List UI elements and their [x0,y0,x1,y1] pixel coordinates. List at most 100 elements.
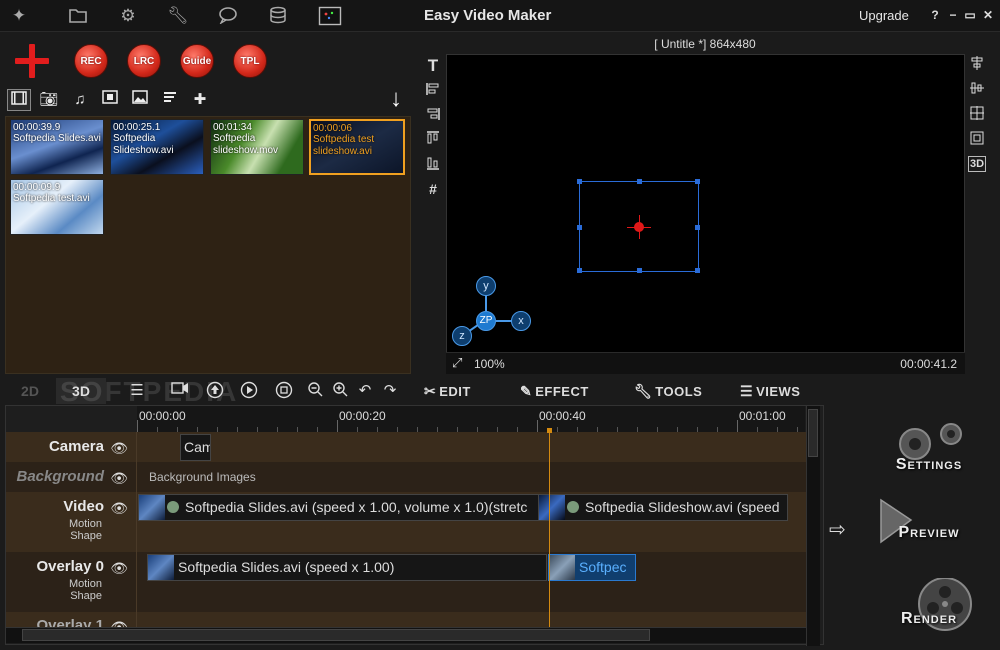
help-button[interactable]: ? [928,8,942,22]
menu-list-icon[interactable]: ☰ [127,381,147,401]
tab-2d[interactable]: 2D [10,378,50,404]
timeline-toolbar: 2D 3D SOFTPEDIA ☰ ↶ ↷ ✂ EDIT ✎ EFFECT 🔧︎ TO… [0,376,830,407]
stop-icon[interactable] [274,381,294,401]
minimize-button[interactable]: − [946,8,960,22]
eye-icon[interactable]: 👁︎ [110,619,128,627]
resize-handle[interactable] [577,225,582,230]
preview-button[interactable]: Preview [875,498,985,556]
settings-button[interactable]: Settings [875,420,985,480]
resize-handle[interactable] [577,268,582,273]
guide-button[interactable]: Guide [180,44,214,78]
align-bottom-icon[interactable] [424,156,442,174]
upload-icon[interactable] [205,381,225,401]
tab-puzzle[interactable]: ✚ [188,89,212,111]
resize-handle[interactable] [637,268,642,273]
edit-menu-label: EDIT [439,384,471,399]
zoom-out-icon[interactable] [305,381,325,401]
maximize-button[interactable]: ▭ [963,8,977,22]
media-item[interactable]: 00:00:09.9 Softpedia test.avi [10,179,104,235]
redo-icon[interactable]: ↷ [380,381,400,401]
eye-icon[interactable]: 👁︎ [110,500,128,517]
distribute-horizontal-icon[interactable] [968,56,986,74]
rec-button[interactable]: REC [74,44,108,78]
views-menu[interactable]: ☰ VIEWS [740,381,800,401]
track-sub-motion[interactable]: Motion [6,578,132,590]
track-sub-shape[interactable]: Shape [6,590,132,602]
eye-icon[interactable]: 👁︎ [110,560,128,577]
video-clip[interactable]: Softpedia Slides.avi (speed x 1.00, volu… [138,494,539,521]
axis-y-handle[interactable]: y [476,276,496,296]
arrow-right-icon: ⇨ [829,519,846,541]
close-button[interactable]: ✕ [981,8,995,22]
ruler-tick-label: 00:01:00 [739,409,786,423]
resize-handle[interactable] [577,179,582,184]
align-left-icon[interactable] [424,82,442,100]
vertical-scroll-thumb[interactable] [808,409,818,457]
align-top-icon[interactable] [424,131,442,149]
resize-handle[interactable] [695,225,700,230]
media-item[interactable]: 00:00:25.1 Softpedia Slideshow.avi [110,119,204,175]
add-video-track-icon[interactable] [170,381,190,401]
ruler-minor-tick [797,427,798,432]
overlay-clip[interactable]: Softpedia Slides.avi (speed x 1.00) [147,554,547,581]
wrench-icon[interactable]: 🔧︎ [167,6,189,26]
upgrade-link[interactable]: Upgrade [859,8,909,23]
center-align-icon[interactable] [968,106,986,124]
lrc-button[interactable]: LRC [127,44,161,78]
tab-image[interactable] [128,89,152,111]
tab-video[interactable] [7,89,31,111]
resize-arrows-icon[interactable]: ⤢ [452,355,462,371]
align-right-icon[interactable] [424,107,442,125]
media-item-selected[interactable]: 00:00:06 Softpedia test slideshow.avi [309,119,405,175]
render-button[interactable]: Render [875,577,985,638]
tab-photo[interactable]: 📷︎ [37,89,61,111]
distribute-vertical-icon[interactable] [968,81,986,99]
resize-handle[interactable] [695,268,700,273]
resize-handle[interactable] [695,179,700,184]
tpl-button[interactable]: TPL [233,44,267,78]
3d-mode-icon[interactable]: 3D [968,156,986,172]
tab-film[interactable] [98,89,122,111]
clip-audio-icon [167,500,179,513]
magic-wand-icon[interactable]: ✦ [8,6,30,26]
axis-x-handle[interactable]: x [511,311,531,331]
download-arrow-icon[interactable]: ↓ [383,86,409,112]
edit-menu[interactable]: ✂ EDIT [424,381,471,401]
tab-music[interactable]: ♫ [68,89,92,111]
video-clip[interactable]: Softpedia Slideshow.avi (speed [538,494,788,521]
ruler-minor-tick [637,427,638,432]
track-sub-motion[interactable]: Motion [6,518,132,530]
eye-icon[interactable]: 👁︎ [110,470,128,487]
background-images-label[interactable]: Background Images [149,470,256,484]
screen-capture-icon[interactable] [318,6,342,26]
eye-icon[interactable]: 👁︎ [110,440,128,457]
axis-zp-handle[interactable]: ZP [476,311,496,331]
track-sub-shape[interactable]: Shape [6,530,132,542]
anchor-point[interactable] [634,222,644,232]
text-tool-icon[interactable]: T [424,57,442,75]
horizontal-scroll-thumb[interactable] [22,629,650,641]
undo-icon[interactable]: ↶ [355,381,375,401]
camera-clip[interactable]: Cam [180,434,211,461]
folder-icon[interactable] [67,6,89,26]
effect-menu[interactable]: ✎ EFFECT [520,381,589,401]
chat-icon[interactable] [217,6,239,26]
media-item[interactable]: 00:00:39.9 Softpedia Slides.avi [10,119,104,175]
tools-menu[interactable]: 🔧︎ TOOLS [634,381,702,401]
resize-handle[interactable] [637,179,642,184]
tab-3d[interactable]: 3D [56,378,106,404]
add-media-button[interactable] [12,42,52,78]
database-icon[interactable] [267,6,289,26]
overlay-clip-selected[interactable]: Softpec [548,554,636,581]
tab-text[interactable] [158,89,182,111]
axis-z-handle[interactable]: z [452,326,472,346]
ruler-tick-label: 00:00:40 [539,409,586,423]
playhead-line[interactable] [549,432,550,627]
zoom-in-icon[interactable] [330,381,350,401]
gear-icon[interactable]: ⚙ [117,6,139,26]
grid-icon[interactable]: # [424,180,442,198]
media-item[interactable]: 00:01:34 Softpedia slideshow.mov [210,119,304,175]
fit-frame-icon[interactable] [968,131,986,149]
time-ruler[interactable]: 00:00:00 00:00:20 00:00:40 00:01:00 [137,406,805,432]
play-icon[interactable] [239,381,259,401]
